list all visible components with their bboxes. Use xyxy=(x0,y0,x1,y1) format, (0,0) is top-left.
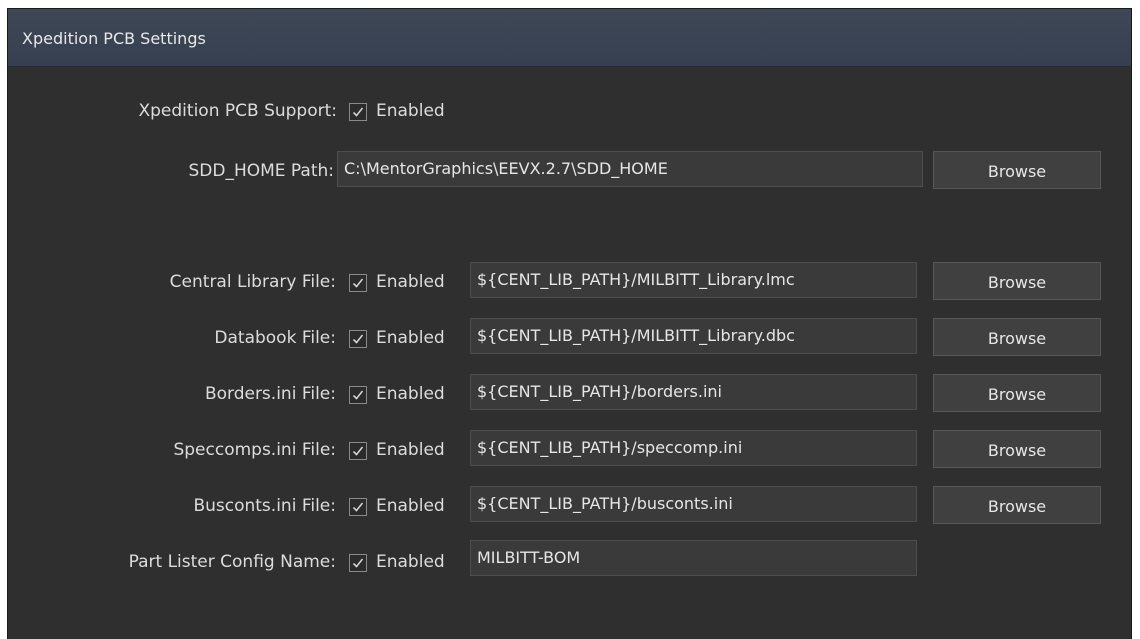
databook-browse-button[interactable]: Browse xyxy=(933,318,1101,356)
borders-browse-button[interactable]: Browse xyxy=(933,374,1101,412)
speccomps-input[interactable]: ${CENT_LIB_PATH}/speccomp.ini xyxy=(470,430,917,466)
databook-checkbox[interactable] xyxy=(349,330,367,348)
busconts-input[interactable]: ${CENT_LIB_PATH}/busconts.ini xyxy=(470,486,917,522)
databook-enabled-label: Enabled xyxy=(376,328,445,348)
databook-input[interactable]: ${CENT_LIB_PATH}/MILBITT_Library.dbc xyxy=(470,318,917,354)
borders-enabled-label: Enabled xyxy=(376,384,445,404)
speccomps-label: Speccomps.ini File: xyxy=(173,440,336,460)
central-library-checkbox[interactable] xyxy=(349,274,367,292)
part-lister-enabled-label: Enabled xyxy=(376,552,445,572)
sdd-home-browse-button[interactable]: Browse xyxy=(933,151,1101,189)
borders-input[interactable]: ${CENT_LIB_PATH}/borders.ini xyxy=(470,374,917,410)
sdd-home-label: SDD_HOME Path: xyxy=(188,161,334,181)
checkmark-icon xyxy=(352,390,364,400)
speccomps-checkbox[interactable] xyxy=(349,442,367,460)
borders-label: Borders.ini File: xyxy=(204,384,336,404)
part-lister-label: Part Lister Config Name: xyxy=(128,552,336,572)
panel-title: Xpedition PCB Settings xyxy=(22,29,206,48)
central-library-browse-button[interactable]: Browse xyxy=(933,262,1101,300)
checkmark-icon xyxy=(352,278,364,288)
support-label: Xpedition PCB Support: xyxy=(138,101,338,121)
checkmark-icon xyxy=(352,446,364,456)
central-library-label: Central Library File: xyxy=(169,272,336,292)
sdd-home-input[interactable]: C:\MentorGraphics\EEVX.2.7\SDD_HOME xyxy=(337,151,923,187)
databook-label: Databook File: xyxy=(214,328,336,348)
part-lister-input[interactable]: MILBITT-BOM xyxy=(470,540,917,576)
busconts-checkbox[interactable] xyxy=(349,498,367,516)
part-lister-checkbox[interactable] xyxy=(349,554,367,572)
borders-checkbox[interactable] xyxy=(349,386,367,404)
settings-window: Xpedition PCB Settings Xpedition PCB Sup… xyxy=(7,8,1132,639)
checkmark-icon xyxy=(352,107,364,117)
busconts-enabled-label: Enabled xyxy=(376,496,445,516)
speccomps-browse-button[interactable]: Browse xyxy=(933,430,1101,468)
speccomps-enabled-label: Enabled xyxy=(376,440,445,460)
checkmark-icon xyxy=(352,502,364,512)
support-enabled-label: Enabled xyxy=(376,101,445,121)
checkmark-icon xyxy=(352,334,364,344)
panel-header: Xpedition PCB Settings xyxy=(8,9,1131,67)
central-library-enabled-label: Enabled xyxy=(376,272,445,292)
busconts-label: Busconts.ini File: xyxy=(193,496,336,516)
support-checkbox[interactable] xyxy=(349,103,367,121)
busconts-browse-button[interactable]: Browse xyxy=(933,486,1101,524)
checkmark-icon xyxy=(352,558,364,568)
central-library-input[interactable]: ${CENT_LIB_PATH}/MILBITT_Library.lmc xyxy=(470,262,917,298)
